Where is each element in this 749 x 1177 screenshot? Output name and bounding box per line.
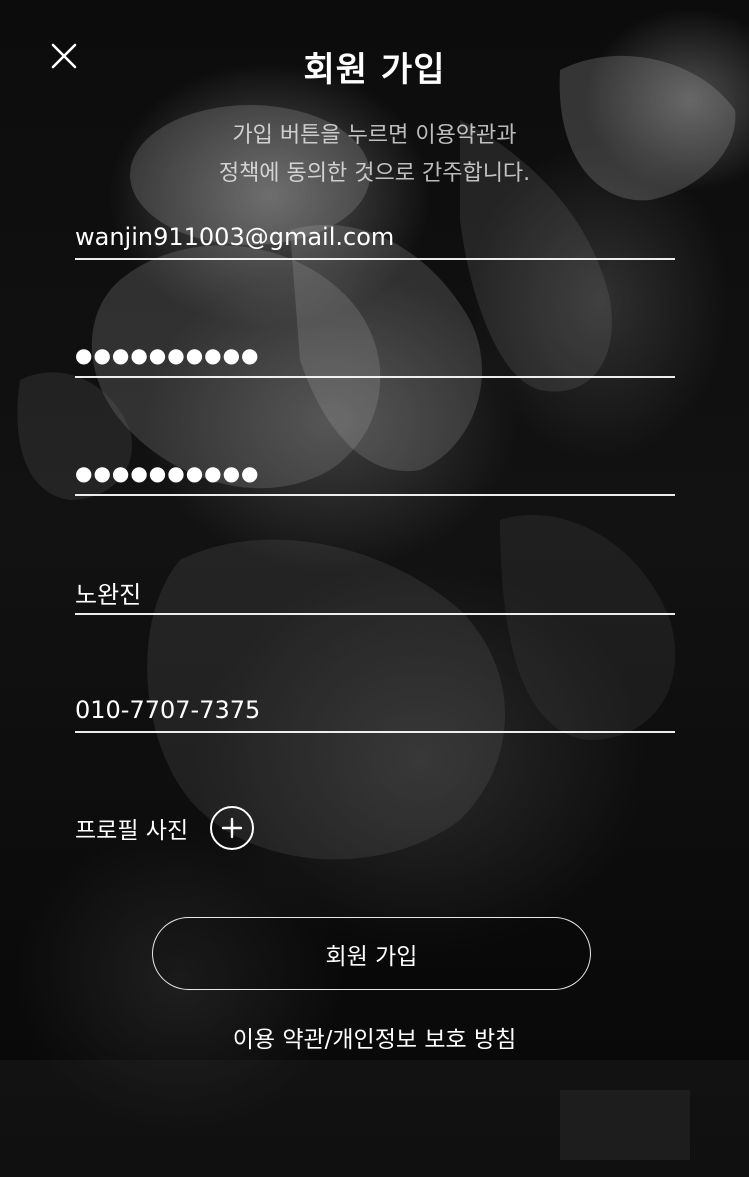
password-confirm-field-container — [75, 452, 675, 496]
profile-photo-label: 프로필 사진 — [75, 818, 189, 844]
password-field-container — [75, 334, 675, 378]
add-profile-photo-button[interactable] — [210, 806, 255, 850]
name-field[interactable] — [75, 571, 675, 613]
phone-field[interactable] — [75, 689, 675, 731]
signup-button[interactable]: 회원 가입 — [152, 917, 591, 990]
terms-notice-line2: 정책에 동의한 것으로 간주합니다. — [218, 161, 531, 186]
profile-photo-row: 프로필 사진 — [75, 806, 255, 850]
terms-notice-line1: 가입 버튼을 누르면 이용약관과 — [232, 123, 517, 148]
terms-privacy-link[interactable]: 이용 약관/개인정보 보호 방침 — [0, 1020, 749, 1054]
email-field[interactable] — [75, 216, 675, 258]
signup-screen: 회원 가입 가입 버튼을 누르면 이용약관과 정책에 동의한 것으로 간주합니다… — [0, 0, 749, 1177]
phone-field-container — [75, 689, 675, 733]
page-title: 회원 가입 — [303, 50, 446, 90]
terms-notice: 가입 버튼을 누르면 이용약관과 정책에 동의한 것으로 간주합니다. — [0, 117, 749, 193]
password-field[interactable] — [75, 334, 675, 376]
email-field-container — [75, 216, 675, 260]
plus-icon — [221, 817, 243, 839]
password-confirm-field[interactable] — [75, 452, 675, 494]
name-field-container — [75, 571, 675, 615]
